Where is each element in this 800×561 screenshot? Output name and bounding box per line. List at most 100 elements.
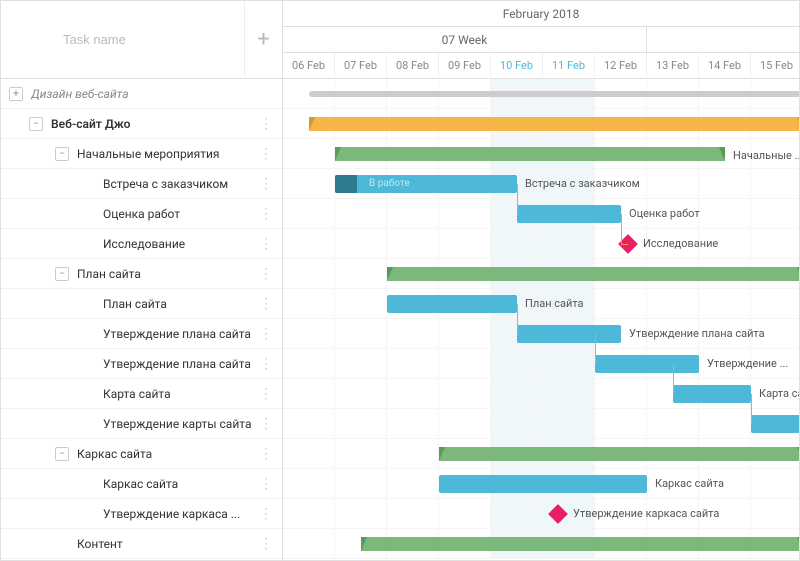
task-row[interactable]: Карта сайта⋮ bbox=[1, 379, 282, 409]
bar-label: Утверждение плана сайта bbox=[629, 325, 765, 343]
more-icon[interactable]: ⋮ bbox=[255, 356, 276, 372]
timeline-month: February 2018 bbox=[283, 1, 799, 27]
chart-row: План сайта bbox=[283, 289, 799, 319]
timeline-days: 06 Feb07 Feb08 Feb09 Feb10 Feb11 Feb12 F… bbox=[283, 53, 799, 79]
timeline-panel: February 2018 07 Week08 Week 06 Feb07 Fe… bbox=[283, 1, 799, 560]
gantt-bar[interactable]: План сайта bbox=[387, 295, 517, 313]
gantt-bar[interactable]: Утверждение ... bbox=[595, 355, 699, 373]
task-row[interactable]: −План сайта⋮ bbox=[1, 259, 282, 289]
dependency-link bbox=[517, 304, 518, 334]
more-icon[interactable]: ⋮ bbox=[255, 446, 276, 462]
task-label: Карта сайта bbox=[103, 387, 255, 401]
timeline-day-cell: 11 Feb bbox=[543, 53, 595, 79]
gantt-chart: + +Дизайн веб-сайта−Веб-сайт Джо⋮−Началь… bbox=[0, 0, 800, 561]
chart-body[interactable]: Начальные ... В работеВстреча с заказчико… bbox=[283, 79, 799, 559]
gantt-bar[interactable] bbox=[387, 267, 799, 281]
more-icon[interactable]: ⋮ bbox=[255, 416, 276, 432]
timeline-week-cell: 08 Week bbox=[647, 27, 799, 52]
gantt-bar[interactable]: Начальные ... bbox=[335, 147, 725, 161]
task-row[interactable]: Оценка работ⋮ bbox=[1, 199, 282, 229]
timeline-week-cell: 07 Week bbox=[283, 27, 647, 52]
timeline-day-cell: 12 Feb bbox=[595, 53, 647, 79]
gantt-bar[interactable] bbox=[439, 447, 799, 461]
more-icon[interactable]: ⋮ bbox=[255, 386, 276, 402]
task-row[interactable]: Каркас сайта⋮ bbox=[1, 469, 282, 499]
chart-row bbox=[283, 259, 799, 289]
chart-row bbox=[283, 529, 799, 559]
bar-label: Оценка работ bbox=[629, 205, 700, 223]
task-row[interactable]: + Дизайн веб-сайта bbox=[1, 79, 282, 109]
task-row[interactable]: Утверждение плана сайта⋮ bbox=[1, 349, 282, 379]
more-icon[interactable]: ⋮ bbox=[255, 116, 276, 132]
milestone-marker[interactable] bbox=[548, 504, 568, 524]
timeline-day-cell: 09 Feb bbox=[439, 53, 491, 79]
bar-label: Утверждение каркаса сайта bbox=[573, 507, 719, 521]
timeline-day-cell: 08 Feb bbox=[387, 53, 439, 79]
collapse-icon[interactable]: − bbox=[55, 147, 69, 161]
more-icon[interactable]: ⋮ bbox=[255, 536, 276, 552]
task-name-input[interactable] bbox=[13, 32, 244, 47]
bar-label: Встреча с заказчиком bbox=[525, 175, 640, 193]
more-icon[interactable]: ⋮ bbox=[255, 326, 276, 342]
timeline-day-cell: 10 Feb bbox=[491, 53, 543, 79]
gantt-bar[interactable]: Оценка работ bbox=[517, 205, 621, 223]
task-label: Исследование bbox=[103, 237, 255, 251]
chart-row: Начальные ... bbox=[283, 139, 799, 169]
progress-fill bbox=[335, 175, 357, 193]
bar-label: Начальные ... bbox=[733, 147, 799, 165]
more-icon[interactable]: ⋮ bbox=[255, 476, 276, 492]
task-label: Начальные мероприятия bbox=[77, 147, 255, 161]
dependency-link bbox=[751, 394, 752, 424]
gantt-bar[interactable] bbox=[361, 537, 799, 551]
collapse-icon[interactable]: − bbox=[55, 267, 69, 281]
more-icon[interactable]: ⋮ bbox=[255, 206, 276, 222]
chart-row: Исследование bbox=[283, 229, 799, 259]
timeline-day-cell: 07 Feb bbox=[335, 53, 387, 79]
task-label: Утверждение карты сайта bbox=[103, 417, 255, 431]
chart-row: Утверждение каркаса сайта bbox=[283, 499, 799, 529]
more-icon[interactable]: ⋮ bbox=[255, 266, 276, 282]
gantt-bar[interactable] bbox=[309, 91, 799, 97]
task-row[interactable]: −Начальные мероприятия⋮ bbox=[1, 139, 282, 169]
task-row[interactable]: −Веб-сайт Джо⋮ bbox=[1, 109, 282, 139]
gantt-bar[interactable]: Утверждение плана сайта bbox=[517, 325, 621, 343]
task-label: Дизайн веб-сайта bbox=[31, 87, 276, 101]
task-label: Встреча с заказчиком bbox=[103, 177, 255, 191]
more-icon[interactable]: ⋮ bbox=[255, 506, 276, 522]
task-row[interactable]: Встреча с заказчиком⋮ bbox=[1, 169, 282, 199]
bar-label: Утверждение ... bbox=[707, 355, 788, 373]
gantt-bar[interactable] bbox=[309, 117, 799, 131]
task-list-header: + bbox=[1, 1, 282, 79]
task-label: Контент bbox=[77, 537, 255, 551]
more-icon[interactable]: ⋮ bbox=[255, 176, 276, 192]
bar-label: Карта сайта bbox=[759, 385, 799, 403]
gantt-bar[interactable]: Карта сайта bbox=[673, 385, 751, 403]
more-icon[interactable]: ⋮ bbox=[255, 236, 276, 252]
chart-row: Утверждение ... bbox=[283, 349, 799, 379]
task-row[interactable]: Исследование⋮ bbox=[1, 229, 282, 259]
chart-row: В работеВстреча с заказчиком bbox=[283, 169, 799, 199]
task-row[interactable]: Утверждение плана сайта⋮ bbox=[1, 319, 282, 349]
task-row[interactable]: −Каркас сайта⋮ bbox=[1, 439, 282, 469]
more-icon[interactable]: ⋮ bbox=[255, 296, 276, 312]
task-row[interactable]: План сайта⋮ bbox=[1, 289, 282, 319]
add-task-button[interactable]: + bbox=[244, 1, 282, 79]
dependency-link bbox=[673, 364, 674, 394]
task-row[interactable]: Утверждение каркаса ...⋮ bbox=[1, 499, 282, 529]
task-label: Оценка работ bbox=[103, 207, 255, 221]
timeline-weeks: 07 Week08 Week bbox=[283, 27, 799, 53]
collapse-icon[interactable]: − bbox=[55, 447, 69, 461]
task-row[interactable]: Утверждение карты сайта⋮ bbox=[1, 409, 282, 439]
gantt-bar[interactable]: Каркас сайта bbox=[439, 475, 647, 493]
gantt-bar[interactable]: В работеВстреча с заказчиком bbox=[335, 175, 517, 193]
more-icon[interactable]: ⋮ bbox=[255, 146, 276, 162]
chart-row: Оценка работ bbox=[283, 199, 799, 229]
timeline-day-cell: 15 Feb bbox=[751, 53, 799, 79]
task-row[interactable]: Контент⋮ bbox=[1, 529, 282, 559]
task-label: Утверждение каркаса ... bbox=[103, 507, 255, 521]
expand-icon[interactable]: + bbox=[9, 87, 23, 101]
collapse-icon[interactable]: − bbox=[29, 117, 43, 131]
chart-row bbox=[283, 79, 799, 109]
gantt-bar[interactable] bbox=[751, 415, 799, 433]
task-label: Каркас сайта bbox=[103, 477, 255, 491]
